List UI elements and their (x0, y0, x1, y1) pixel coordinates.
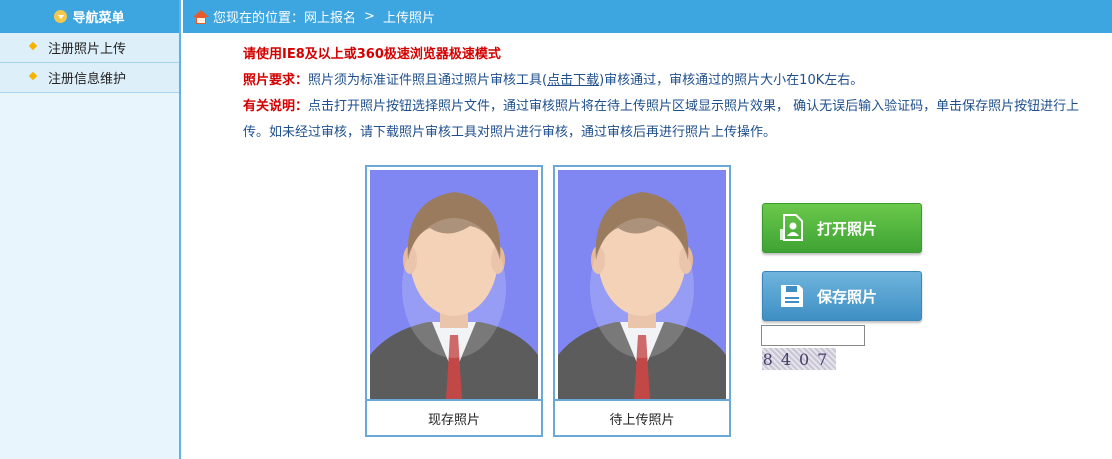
sidebar-item-photo-upload[interactable]: 注册照片上传 (0, 33, 179, 63)
requirement-text: 照片须为标准证件照且通过照片审核工具( (308, 73, 548, 88)
chevron-down-icon (54, 10, 68, 23)
breadcrumb-level2: 上传照片 (382, 11, 435, 26)
home-icon (193, 9, 209, 24)
open-photo-button[interactable]: 打开照片 (762, 203, 922, 253)
requirement-label: 照片要求： (243, 73, 309, 88)
person-avatar-icon (370, 192, 538, 400)
download-tool-link[interactable]: 点击下载 (547, 73, 599, 88)
pending-photo-caption: 待上传照片 (555, 399, 729, 435)
sidebar-header: 导航菜单 (0, 0, 179, 33)
pending-photo (558, 170, 726, 400)
sidebar-item-label: 注册信息维护 (48, 72, 127, 87)
breadcrumb-level1[interactable]: 网上报名 (304, 7, 356, 26)
captcha-image[interactable]: 8407 (762, 348, 836, 370)
current-photo-caption: 现存照片 (367, 399, 541, 435)
save-photo-button[interactable]: 保存照片 (762, 271, 922, 321)
save-photo-label: 保存照片 (817, 287, 878, 306)
pending-photo-box: 待上传照片 (553, 165, 731, 437)
captcha-input[interactable] (761, 325, 865, 346)
sidebar-title: 导航菜单 (72, 11, 125, 26)
browser-tip: 请使用IE8及以上或360极速浏览器极速模式 (243, 47, 501, 62)
sidebar-item-info-maintenance[interactable]: 注册信息维护 (0, 63, 179, 93)
requirement-text-end: )审核通过，审核通过的照片大小在10K左右。 (599, 73, 864, 88)
explain-text: 点击打开照片按钮选择照片文件，通过审核照片将在待上传照片区域显示照片效果， 确认… (243, 99, 1080, 140)
breadcrumb-prefix: 您现在的位置： (213, 11, 305, 26)
notice-panel: 请使用IE8及以上或360极速浏览器极速模式 照片要求：照片须为标准证件照且通过… (243, 42, 1103, 146)
open-photo-label: 打开照片 (817, 219, 878, 238)
save-disk-icon (777, 281, 807, 311)
captcha-code: 8407 (762, 349, 836, 369)
sidebar: 导航菜单 注册照片上传 注册信息维护 (0, 0, 181, 459)
current-photo (370, 170, 538, 400)
open-file-icon (777, 213, 807, 243)
person-avatar-icon (558, 192, 726, 400)
current-photo-box: 现存照片 (365, 165, 543, 437)
explain-label: 有关说明： (243, 99, 309, 114)
sidebar-item-label: 注册照片上传 (48, 42, 127, 57)
breadcrumb-separator: > (364, 9, 375, 24)
breadcrumb: 您现在的位置： 网上报名 > 上传照片 (183, 0, 1112, 33)
